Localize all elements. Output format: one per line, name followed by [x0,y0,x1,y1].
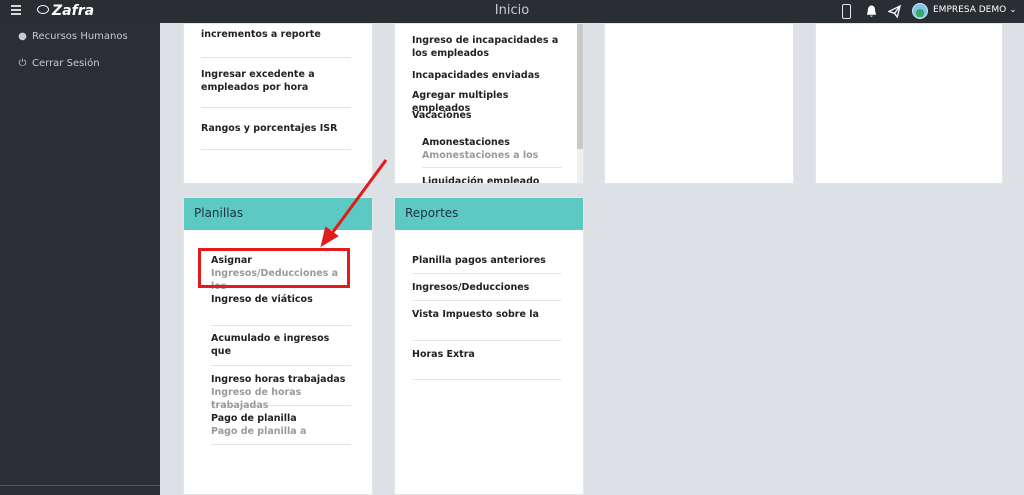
list-item-label: Ingreso de viáticos [211,294,313,305]
list-item[interactable]: Ingreso de incapacidades a los empleados [412,34,562,60]
list-item[interactable]: Horas Extra [412,348,562,380]
list-item-sublabel: Amonestaciones a los [422,150,539,161]
power-icon: ⏻ [18,58,27,69]
menu-icon[interactable] [11,5,21,15]
list-item[interactable]: Incapacidades enviadas [412,69,562,82]
list-item[interactable]: Vista Impuesto sobre la [412,308,562,341]
card-empty [604,23,794,184]
sidebar: ● Recursos Humanos ⏻ Cerrar Sesión [0,23,160,495]
card-empleados: Ingreso de incapacidades a los empleados… [394,23,584,184]
sidebar-item-recursos-humanos[interactable]: ● Recursos Humanos [17,31,128,42]
brand-name: Zafra [52,3,95,19]
sidebar-item-label: Recursos Humanos [32,31,128,42]
sidebar-footer [0,485,160,495]
list-item[interactable]: Rangos y porcentajes ISR [201,122,351,150]
list-item[interactable]: Ingreso de viáticos [211,293,351,326]
list-item-label: Liquidación empleado [422,176,540,184]
list-item-label: Ingresar excedente a empleados por hora [201,69,315,93]
company-menu[interactable]: EMPRESA DEMO ⌄ [933,5,1017,15]
list-item-label: Horas Extra [412,349,475,360]
list-item[interactable]: Ingresar excedente a empleados por hora [201,68,351,108]
list-item-sublabel: Ingreso de horas trabajadas [211,387,302,411]
list-item[interactable]: Planilla pagos anteriores [412,254,562,274]
list-item[interactable]: Ingresos/Deducciones [412,281,562,301]
list-item[interactable]: Liquidación empleado [422,175,562,184]
phone-icon[interactable] [842,4,851,19]
sidebar-item-cerrar-sesion[interactable]: ⏻ Cerrar Sesión [17,58,100,69]
list-item-label: Amonestaciones [422,137,510,148]
list-item-label: Acumulado e ingresos que [211,333,330,357]
list-item[interactable]: incrementos a reporte [201,28,351,58]
scrollbar-thumb[interactable] [577,24,583,149]
list-item-label: Ingreso de incapacidades a los empleados [412,35,559,59]
avatar[interactable] [912,3,928,19]
send-icon[interactable] [888,4,901,19]
list-item[interactable]: Acumulado e ingresos que [211,332,351,366]
list-item-label: Ingreso horas trabajadas [211,374,346,385]
list-item-label: Vista Impuesto sobre la [412,309,539,320]
card-title: Reportes [395,198,583,230]
company-name: EMPRESA DEMO [933,5,1007,15]
list-item-label: Ingresos/Deducciones [412,282,530,293]
annotation-arrow-icon [320,159,388,248]
list-item-sublabel: Pago de planilla a [211,426,307,437]
chevron-down-icon: ⌄ [1009,5,1017,15]
list-item-label: Vacaciones [412,110,472,121]
list-item-label: incrementos a reporte [201,29,321,40]
list-item-label: Pago de planilla [211,413,297,424]
card-reportes: Reportes Planilla pagos anteriores Ingre… [394,197,584,495]
sidebar-item-label: Cerrar Sesión [32,58,100,69]
logo-mark-icon [37,5,49,14]
card-empty [815,23,1003,184]
list-item[interactable]: Amonestaciones Amonestaciones a los [422,136,562,168]
list-item[interactable]: Ingreso horas trabajadas Ingreso de hora… [211,373,351,411]
list-item[interactable]: Pago de planilla Pago de planilla a [211,412,351,445]
top-bar: Zafra Inicio EMPRESA DEMO ⌄ [0,0,1024,23]
list-item-label: Rangos y porcentajes ISR [201,123,338,134]
list-item-label: Incapacidades enviadas [412,70,540,81]
user-icon: ● [18,31,27,42]
list-item[interactable]: Vacaciones [412,109,562,122]
brand-logo[interactable]: Zafra [37,3,94,19]
list-item-label: Planilla pagos anteriores [412,255,546,266]
bell-icon[interactable] [866,4,877,19]
